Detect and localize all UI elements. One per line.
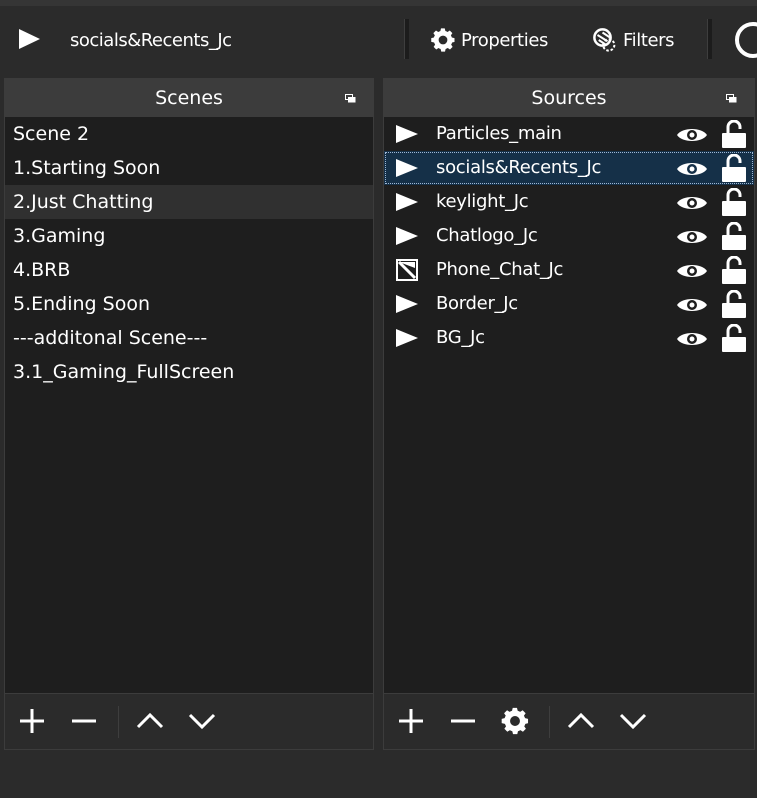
media-source-icon xyxy=(19,29,40,49)
eye-icon[interactable] xyxy=(676,330,708,348)
scene-item[interactable]: 1.Starting Soon xyxy=(5,151,373,185)
add-source-button[interactable] xyxy=(394,704,428,738)
source-item[interactable]: Particles_main xyxy=(384,117,754,151)
play-icon xyxy=(396,295,418,313)
unlock-icon[interactable] xyxy=(722,290,746,318)
scene-item[interactable]: 4.BRB xyxy=(5,253,373,287)
scene-item[interactable]: 5.Ending Soon xyxy=(5,287,373,321)
eye-icon[interactable] xyxy=(676,160,708,178)
source-item[interactable]: Chatlogo_Jc xyxy=(384,219,754,253)
eye-icon[interactable] xyxy=(676,228,708,246)
eye-icon[interactable] xyxy=(676,126,708,144)
filters-icon xyxy=(593,28,616,52)
source-toolbar: socials&Recents_Jc Properties Filters xyxy=(0,0,757,78)
unlock-icon[interactable] xyxy=(722,256,746,284)
source-item[interactable]: Phone_Chat_Jc xyxy=(384,253,754,287)
refresh-icon[interactable] xyxy=(735,22,757,58)
source-name: Particles_main xyxy=(436,123,562,144)
play-icon xyxy=(396,193,418,211)
play-icon xyxy=(396,125,418,143)
filters-button[interactable]: Filters xyxy=(590,22,675,58)
gear-icon xyxy=(431,28,455,52)
undock-icon[interactable] xyxy=(726,94,737,103)
move-source-up-button[interactable] xyxy=(564,704,598,738)
sources-header: Sources xyxy=(384,79,754,117)
remove-scene-button[interactable] xyxy=(67,704,101,738)
filters-label: Filters xyxy=(623,29,675,51)
play-icon xyxy=(396,329,418,347)
sources-list: Particles_main socials&Recents_Jc keylig… xyxy=(384,117,754,355)
selected-source-name: socials&Recents_Jc xyxy=(70,30,232,51)
properties-label: Properties xyxy=(461,29,548,51)
play-icon xyxy=(396,159,418,177)
source-name: keylight_Jc xyxy=(436,191,529,212)
toolbar-top-edge xyxy=(0,0,757,6)
footer-separator xyxy=(549,706,550,738)
eye-icon[interactable] xyxy=(676,194,708,212)
toolbar-separator xyxy=(707,19,712,59)
unlock-icon[interactable] xyxy=(722,324,746,352)
move-scene-down-button[interactable] xyxy=(185,704,219,738)
scene-item[interactable]: Scene 2 xyxy=(5,117,373,151)
undock-icon[interactable] xyxy=(345,94,356,103)
remove-source-button[interactable] xyxy=(446,704,480,738)
source-name: Border_Jc xyxy=(436,293,518,314)
unlock-icon[interactable] xyxy=(722,188,746,216)
source-item[interactable]: keylight_Jc xyxy=(384,185,754,219)
source-name: BG_Jc xyxy=(436,327,485,348)
source-name: Phone_Chat_Jc xyxy=(436,259,564,280)
source-item-selected[interactable]: socials&Recents_Jc xyxy=(384,151,754,185)
scenes-title: Scenes xyxy=(155,87,223,109)
status-bar xyxy=(0,750,757,798)
eye-icon[interactable] xyxy=(676,296,708,314)
scenes-list: Scene 2 1.Starting Soon 2.Just Chatting … xyxy=(5,117,373,389)
scenes-footer xyxy=(5,693,373,749)
source-properties-button[interactable] xyxy=(498,704,532,738)
unlock-icon[interactable] xyxy=(722,120,746,148)
source-name: Chatlogo_Jc xyxy=(436,225,538,246)
sources-title: Sources xyxy=(531,87,607,109)
properties-button[interactable]: Properties xyxy=(428,22,548,58)
add-scene-button[interactable] xyxy=(15,704,49,738)
move-source-down-button[interactable] xyxy=(616,704,650,738)
scenes-dock: Scenes Scene 2 1.Starting Soon 2.Just Ch… xyxy=(4,78,374,750)
source-item[interactable]: BG_Jc xyxy=(384,321,754,355)
scene-item[interactable]: 3.1_Gaming_FullScreen xyxy=(5,355,373,389)
image-icon xyxy=(396,259,418,281)
source-name: socials&Recents_Jc xyxy=(436,157,602,178)
footer-separator xyxy=(118,706,119,738)
scene-item[interactable]: ---additonal Scene--- xyxy=(5,321,373,355)
source-item[interactable]: Border_Jc xyxy=(384,287,754,321)
toolbar-separator xyxy=(404,19,409,59)
sources-footer xyxy=(384,693,754,749)
eye-icon[interactable] xyxy=(676,262,708,280)
scene-item[interactable]: 3.Gaming xyxy=(5,219,373,253)
scenes-header: Scenes xyxy=(5,79,373,117)
move-scene-up-button[interactable] xyxy=(133,704,167,738)
unlock-icon[interactable] xyxy=(722,154,746,182)
scene-item-selected[interactable]: 2.Just Chatting xyxy=(5,185,373,219)
sources-dock: Sources Particles_main socials&Recents_J… xyxy=(383,78,755,750)
play-icon xyxy=(396,227,418,245)
unlock-icon[interactable] xyxy=(722,222,746,250)
